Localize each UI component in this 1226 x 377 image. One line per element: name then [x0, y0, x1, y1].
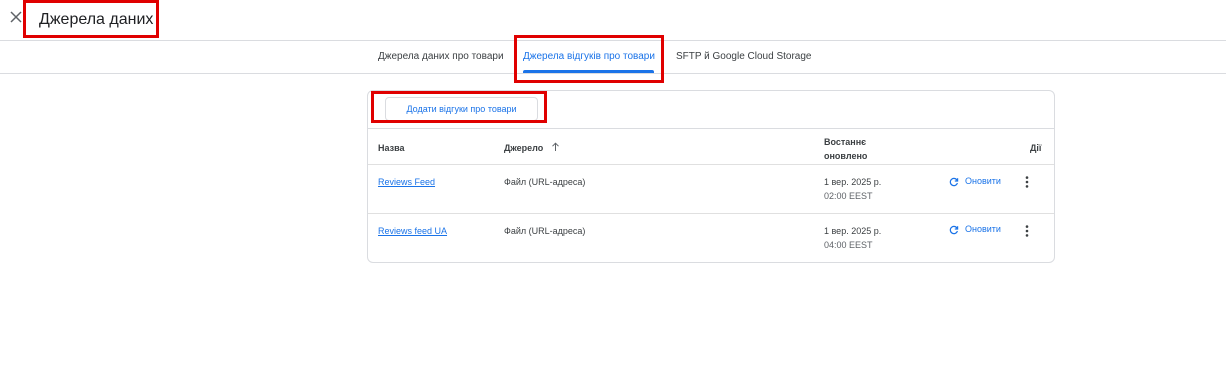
page-title: Джерела даних [39, 11, 154, 28]
close-icon[interactable] [9, 10, 23, 24]
more-vert-icon[interactable] [1025, 225, 1029, 237]
review-sources-card: Додати відгуки про товари Назва Джерело … [367, 90, 1055, 263]
source-name-link[interactable]: Reviews feed UA [378, 226, 447, 236]
last-updated-date: 1 вер. 2025 р. [824, 226, 882, 236]
divider [368, 213, 1054, 214]
column-header-updated[interactable]: Востаннє оновлено [824, 135, 894, 163]
last-updated-time: 02:00 EEST [824, 191, 873, 201]
tab-product-sources[interactable]: Джерела даних про товари [378, 41, 504, 73]
column-header-source[interactable]: Джерело [504, 143, 543, 153]
highlight-box-add-button [371, 91, 547, 123]
tab-sftp-gcs[interactable]: SFTP й Google Cloud Storage [676, 41, 811, 73]
more-vert-icon[interactable] [1025, 176, 1029, 188]
refresh-button[interactable]: Оновити [965, 176, 1001, 186]
source-type: Файл (URL-адреса) [504, 226, 586, 236]
refresh-icon[interactable] [949, 177, 959, 187]
column-header-actions: Дії [1030, 143, 1042, 153]
last-updated-date: 1 вер. 2025 р. [824, 177, 882, 187]
last-updated-time: 04:00 EEST [824, 240, 873, 250]
highlight-box-title: Джерела даних [23, 0, 159, 38]
source-name-link[interactable]: Reviews Feed [378, 177, 435, 187]
refresh-icon[interactable] [949, 225, 959, 235]
divider [368, 128, 1054, 129]
divider [368, 164, 1054, 165]
column-header-name[interactable]: Назва [378, 143, 405, 153]
sort-ascending-icon[interactable] [551, 142, 560, 152]
refresh-button[interactable]: Оновити [965, 224, 1001, 234]
highlight-box-tab [514, 35, 664, 83]
source-type: Файл (URL-адреса) [504, 177, 586, 187]
